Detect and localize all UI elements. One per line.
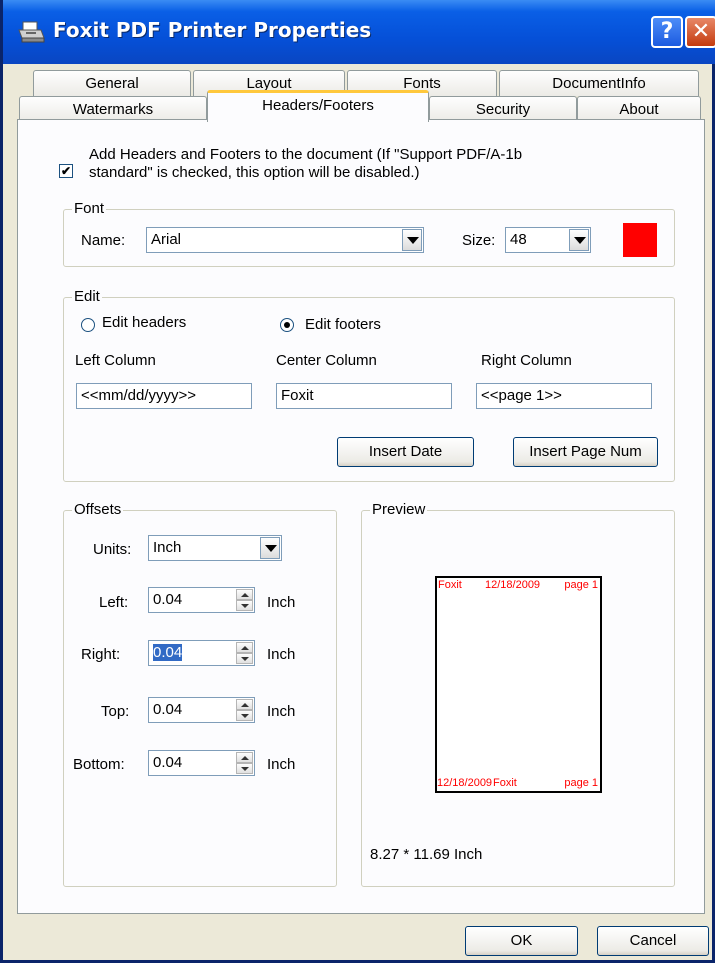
right-column-input[interactable]: <<page 1>> bbox=[476, 383, 652, 409]
cancel-button[interactable]: Cancel bbox=[597, 926, 709, 956]
spinner-arrows-icon[interactable] bbox=[236, 589, 253, 611]
right-offset-unit: Inch bbox=[267, 646, 296, 663]
preview-legend: Preview bbox=[370, 501, 428, 518]
units-value: Inch bbox=[153, 539, 182, 556]
center-column-input[interactable]: Foxit bbox=[276, 383, 452, 409]
properties-dialog: Foxit PDF Printer Properties ? ✕ General… bbox=[0, 0, 715, 963]
insert-page-num-button[interactable]: Insert Page Num bbox=[513, 437, 658, 467]
preview-footer-left: 12/18/2009 bbox=[437, 777, 493, 789]
right-offset-label: Right: bbox=[81, 646, 121, 663]
preview-header-right: page 1 bbox=[564, 579, 598, 591]
chevron-down-icon[interactable] bbox=[260, 537, 280, 559]
chevron-down-icon[interactable] bbox=[569, 229, 589, 251]
preview-footer-center: Foxit bbox=[493, 777, 517, 789]
enable-label-line1: Add Headers and Footers to the document … bbox=[89, 146, 523, 163]
font-name-value: Arial bbox=[151, 231, 182, 248]
ok-button[interactable]: OK bbox=[465, 926, 578, 956]
preview-footer-right: page 1 bbox=[564, 777, 598, 789]
preview-header-left: Foxit bbox=[438, 579, 462, 591]
left-column-input[interactable]: <<mm/dd/yyyy>> bbox=[76, 383, 252, 409]
spinner-arrows-icon[interactable] bbox=[236, 699, 253, 721]
spinner-arrows-icon[interactable] bbox=[236, 642, 253, 664]
right-column-label: Right Column bbox=[481, 352, 572, 369]
left-column-label: Left Column bbox=[75, 352, 156, 369]
left-offset-spinbox[interactable]: 0.04 bbox=[148, 587, 255, 613]
top-offset-spinbox[interactable]: 0.04 bbox=[148, 697, 255, 723]
bottom-offset-value: 0.04 bbox=[153, 754, 183, 771]
left-offset-label: Left: bbox=[99, 594, 129, 611]
edit-headers-label: Edit headers bbox=[102, 314, 187, 331]
preview-page: Foxit 12/18/2009 page 1 12/18/2009 Foxit… bbox=[435, 576, 602, 793]
top-offset-value: 0.04 bbox=[153, 701, 183, 718]
edit-headers-radio[interactable] bbox=[81, 318, 95, 332]
top-offset-label: Top: bbox=[101, 703, 130, 720]
chevron-down-icon[interactable] bbox=[402, 229, 422, 251]
offsets-legend: Offsets bbox=[72, 501, 124, 518]
edit-legend: Edit bbox=[72, 288, 102, 305]
font-size-value: 48 bbox=[510, 231, 527, 248]
font-name-label: Name: bbox=[81, 232, 126, 249]
units-combobox[interactable]: Inch bbox=[148, 535, 282, 561]
spinner-arrows-icon[interactable] bbox=[236, 752, 253, 774]
left-offset-unit: Inch bbox=[267, 594, 296, 611]
enable-label-line2: standard" is checked, this option will b… bbox=[89, 164, 420, 181]
enable-headers-footers-checkbox[interactable]: ✔ bbox=[59, 164, 73, 178]
paper-size-text: 8.27 * 11.69 Inch bbox=[370, 846, 483, 863]
insert-date-button[interactable]: Insert Date bbox=[337, 437, 474, 467]
bottom-offset-label: Bottom: bbox=[73, 756, 125, 773]
bottom-offset-unit: Inch bbox=[267, 756, 296, 773]
top-offset-unit: Inch bbox=[267, 703, 296, 720]
font-size-label: Size: bbox=[462, 232, 496, 249]
edit-footers-label: Edit footers bbox=[305, 316, 381, 333]
center-column-label: Center Column bbox=[276, 352, 377, 369]
right-offset-value: 0.04 bbox=[153, 644, 183, 661]
right-offset-spinbox[interactable]: 0.04 bbox=[148, 640, 255, 666]
font-size-combobox[interactable]: 48 bbox=[505, 227, 591, 253]
left-offset-value: 0.04 bbox=[153, 591, 183, 608]
bottom-offset-spinbox[interactable]: 0.04 bbox=[148, 750, 255, 776]
font-legend: Font bbox=[72, 200, 107, 217]
font-color-swatch[interactable] bbox=[623, 223, 657, 257]
preview-header-center: 12/18/2009 bbox=[485, 579, 541, 591]
units-label: Units: bbox=[93, 541, 132, 558]
font-name-combobox[interactable]: Arial bbox=[146, 227, 424, 253]
edit-footers-radio[interactable] bbox=[280, 318, 294, 332]
